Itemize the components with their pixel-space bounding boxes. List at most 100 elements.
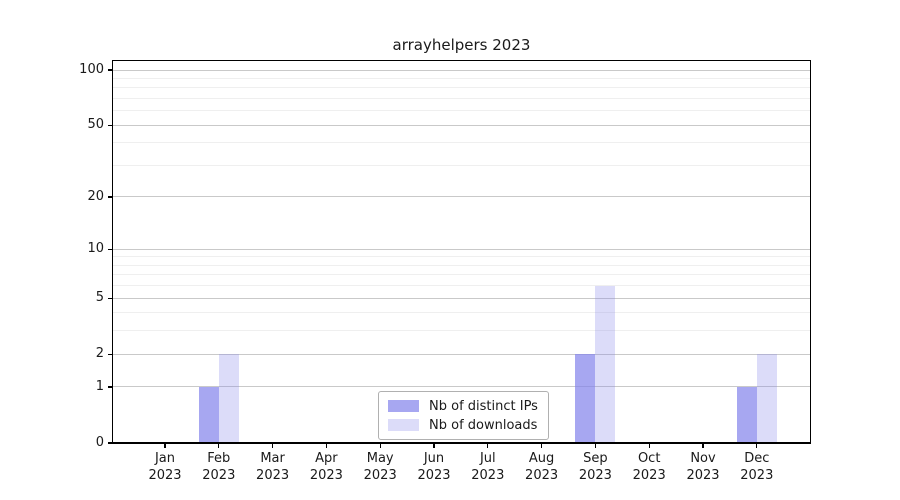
chart-title: arrayhelpers 2023 (113, 36, 810, 54)
minor-gridline (113, 265, 810, 266)
minor-gridline (113, 312, 810, 313)
y-tick-mark (108, 386, 112, 387)
x-tick-label: Nov2023 (672, 450, 734, 484)
x-tick-mark (649, 444, 650, 448)
y-tick-label: 50 (62, 117, 104, 133)
x-tick-month: Aug (511, 450, 573, 467)
x-tick-mark (326, 444, 327, 448)
major-gridline (113, 354, 810, 355)
minor-gridline (113, 285, 810, 286)
y-tick-label: 5 (62, 290, 104, 306)
chart-figure: arrayhelpers 2023 0125102050100Jan2023Fe… (0, 0, 900, 500)
bar-nb-of-distinct-ips-sep (575, 354, 595, 442)
x-tick-month: Dec (726, 450, 788, 467)
minor-gridline (113, 274, 810, 275)
y-tick-label: 20 (62, 189, 104, 205)
x-tick-mark (218, 444, 219, 448)
bar-nb-of-downloads-feb (219, 354, 239, 442)
bar-nb-of-distinct-ips-feb (199, 387, 219, 442)
y-tick-label: 0 (62, 435, 104, 451)
x-tick-month: May (349, 450, 411, 467)
x-tick-month: Nov (672, 450, 734, 467)
y-tick-mark (108, 354, 112, 355)
x-tick-year: 2023 (618, 467, 680, 484)
x-tick-label: Apr2023 (295, 450, 357, 484)
minor-gridline (113, 78, 810, 79)
x-tick-year: 2023 (672, 467, 734, 484)
x-tick-year: 2023 (188, 467, 250, 484)
x-tick-mark (487, 444, 488, 448)
legend-swatch-distinct-ips (388, 400, 419, 412)
x-tick-year: 2023 (403, 467, 465, 484)
x-tick-month: Feb (188, 450, 250, 467)
x-tick-mark (164, 444, 165, 448)
x-tick-year: 2023 (564, 467, 626, 484)
y-tick-mark (108, 196, 112, 197)
x-tick-mark (702, 444, 703, 448)
y-tick-mark (108, 442, 112, 443)
minor-gridline (113, 87, 810, 88)
x-tick-year: 2023 (295, 467, 357, 484)
x-tick-label: Dec2023 (726, 450, 788, 484)
y-tick-mark (108, 125, 112, 126)
x-tick-label: Jan2023 (134, 450, 196, 484)
x-tick-year: 2023 (726, 467, 788, 484)
legend-label-distinct-ips: Nb of distinct IPs (429, 399, 538, 414)
legend-entry-distinct-ips: Nb of distinct IPs (388, 399, 548, 414)
y-tick-mark (108, 298, 112, 299)
minor-gridline (113, 256, 810, 257)
major-gridline (113, 196, 810, 197)
x-tick-label: Feb2023 (188, 450, 250, 484)
y-tick-label: 2 (62, 346, 104, 362)
y-tick-mark (108, 249, 112, 250)
x-tick-year: 2023 (242, 467, 304, 484)
x-tick-mark (541, 444, 542, 448)
major-gridline (113, 249, 810, 250)
x-tick-mark (272, 444, 273, 448)
minor-gridline (113, 98, 810, 99)
bar-nb-of-downloads-dec (757, 354, 777, 442)
x-tick-label: Aug2023 (511, 450, 573, 484)
x-tick-month: Jan (134, 450, 196, 467)
x-tick-year: 2023 (457, 467, 519, 484)
x-tick-year: 2023 (134, 467, 196, 484)
bottom-spine (112, 442, 812, 443)
legend-entry-downloads: Nb of downloads (388, 418, 548, 433)
x-tick-month: Sep (564, 450, 626, 467)
x-tick-label: Mar2023 (242, 450, 304, 484)
legend: Nb of distinct IPs Nb of downloads (378, 391, 549, 440)
x-tick-label: Sep2023 (564, 450, 626, 484)
x-tick-mark (380, 444, 381, 448)
x-tick-label: Oct2023 (618, 450, 680, 484)
top-spine (112, 60, 812, 61)
minor-gridline (113, 330, 810, 331)
minor-gridline (113, 142, 810, 143)
y-tick-label: 100 (62, 62, 104, 78)
y-tick-label: 1 (62, 379, 104, 395)
x-tick-mark (595, 444, 596, 448)
x-tick-year: 2023 (349, 467, 411, 484)
minor-gridline (113, 110, 810, 111)
x-tick-label: Jul2023 (457, 450, 519, 484)
y-tick-label: 10 (62, 241, 104, 257)
y-tick-mark (108, 69, 112, 70)
x-tick-year: 2023 (511, 467, 573, 484)
x-tick-month: Jun (403, 450, 465, 467)
x-tick-label: Jun2023 (403, 450, 465, 484)
bar-nb-of-downloads-sep (595, 286, 615, 443)
x-tick-month: Jul (457, 450, 519, 467)
x-tick-mark (433, 444, 434, 448)
x-tick-label: May2023 (349, 450, 411, 484)
major-gridline (113, 298, 810, 299)
minor-gridline (113, 165, 810, 166)
right-spine (810, 60, 811, 444)
x-tick-month: Apr (295, 450, 357, 467)
legend-label-downloads: Nb of downloads (429, 418, 537, 433)
major-gridline (113, 125, 810, 126)
left-spine (112, 60, 113, 444)
x-tick-mark (756, 444, 757, 448)
major-gridline (113, 70, 810, 71)
x-tick-month: Mar (242, 450, 304, 467)
legend-swatch-downloads (388, 419, 419, 431)
bar-nb-of-distinct-ips-dec (737, 387, 757, 442)
